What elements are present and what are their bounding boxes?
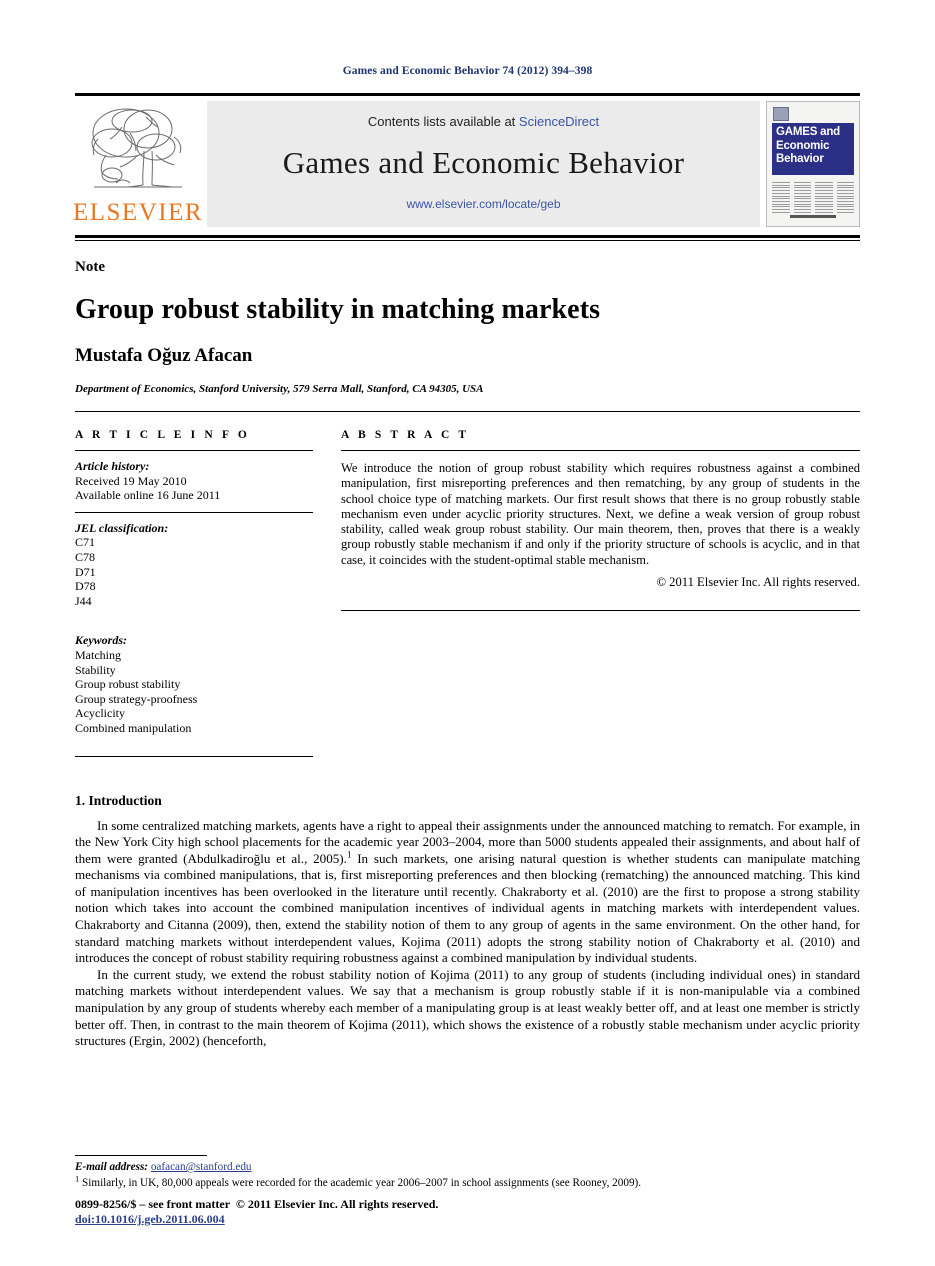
- keyword: Stability: [75, 662, 116, 677]
- cover-title-line-3: Behavior: [776, 153, 824, 165]
- running-head: Games and Economic Behavior 74 (2012) 39…: [342, 65, 593, 77]
- elsevier-tree-icon: [91, 108, 182, 188]
- info-abstract-row: A R T I C L E I N F O Article history: R…: [75, 429, 860, 757]
- footnote-separator-rule: [75, 1155, 207, 1156]
- cover-footer-mark: [767, 205, 859, 223]
- author-name: Mustafa Oğuz Afacan: [75, 345, 253, 366]
- issn-front-matter: 0899-8256/$ – see front matter: [75, 1197, 230, 1211]
- article-info-bottom-rule: [75, 755, 313, 757]
- journal-cover-thumbnail[interactable]: GAMES and Economic Behavior: [766, 101, 860, 227]
- cover-title-line-2: Economic: [776, 139, 830, 152]
- jel-label: JEL classification:: [75, 520, 169, 535]
- footer-copyright: © 2011 Elsevier Inc. All rights reserved…: [235, 1197, 439, 1211]
- page-footer: 0899-8256/$ – see front matter © 2011 El…: [75, 1197, 438, 1226]
- footnote-email-line: E-mail address: oafacan@stanford.edu: [75, 1161, 860, 1173]
- jel-code: D78: [75, 579, 96, 594]
- journal-title: Games and Economic Behavior: [282, 144, 685, 180]
- keyword: Group strategy-proofness: [75, 691, 198, 706]
- email-link[interactable]: oafacan@stanford.edu: [151, 1161, 252, 1173]
- journal-article-page: Games and Economic Behavior 74 (2012) 39…: [0, 0, 935, 1266]
- author-affiliation: Department of Economics, Stanford Univer…: [75, 383, 484, 395]
- jel-code: J44: [75, 593, 92, 608]
- cover-title: GAMES and Economic Behavior: [772, 123, 854, 175]
- article-info-column: A R T I C L E I N F O Article history: R…: [75, 429, 313, 757]
- article-available-online-date: Available online 16 June 2011: [75, 488, 221, 503]
- abstract-bottom-rule: [341, 610, 860, 612]
- section-heading-introduction: 1. Introduction: [75, 792, 162, 808]
- footnotes-area: E-mail address: oafacan@stanford.edu 1 S…: [75, 1155, 860, 1190]
- jel-code: C78: [75, 549, 96, 564]
- contents-available-line: Contents lists available at ScienceDirec…: [207, 114, 760, 129]
- column-gap: [313, 429, 341, 757]
- masthead-bottom-rule-thin: [75, 240, 860, 241]
- article-history-block: Article history: Received 19 May 2010 Av…: [75, 459, 313, 503]
- article-history-label: Article history:: [75, 459, 150, 473]
- cover-title-line-1: GAMES and: [776, 126, 841, 138]
- jel-code: C71: [75, 535, 96, 550]
- elsevier-wordmark: ELSEVIER: [72, 199, 204, 226]
- masthead: ELSEVIER Contents lists available at Sci…: [72, 93, 860, 232]
- page-title: Group robust stability in matching marke…: [75, 294, 601, 325]
- journal-banner: Contents lists available at ScienceDirec…: [207, 101, 760, 227]
- jel-code: D71: [75, 564, 96, 579]
- keywords-label: Keywords:: [75, 633, 127, 648]
- footer-issn-line: 0899-8256/$ – see front matter © 2011 El…: [75, 1197, 438, 1212]
- jel-classification-block: JEL classification: C71 C78 D71 D78 J44: [75, 521, 313, 609]
- article-type-label: Note: [75, 259, 105, 275]
- introduction-section: 1. Introduction In some centralized matc…: [75, 793, 860, 1050]
- elsevier-logo: ELSEVIER: [72, 101, 204, 227]
- sciencedirect-link[interactable]: ScienceDirect: [519, 114, 599, 129]
- keyword: Combined manipulation: [75, 720, 192, 735]
- article-info-heading: A R T I C L E I N F O: [75, 429, 250, 441]
- masthead-bottom-rule-thick: [75, 235, 860, 238]
- doi-link[interactable]: doi:10.1016/j.geb.2011.06.004: [75, 1212, 438, 1227]
- article-received-date: Received 19 May 2010: [75, 473, 187, 488]
- paragraph-2: In the current study, we extend the robu…: [75, 966, 860, 1049]
- abstract-heading-rule: [341, 450, 860, 451]
- abstract-heading: A B S T R A C T: [341, 429, 470, 441]
- keyword: Acyclicity: [75, 706, 125, 721]
- abstract-column: A B S T R A C T We introduce the notion …: [341, 429, 860, 757]
- cover-publisher-badge-icon: [773, 107, 789, 121]
- email-label: E-mail address:: [75, 1161, 149, 1173]
- affiliation-bottom-rule: [75, 411, 860, 412]
- contents-prefix: Contents lists available at: [367, 113, 516, 129]
- keywords-block: Keywords: Matching Stability Group robus…: [75, 633, 313, 735]
- journal-url-link[interactable]: www.elsevier.com/locate/geb: [207, 197, 760, 211]
- article-history-bottom-rule: [75, 511, 313, 513]
- abstract-copyright: © 2011 Elsevier Inc. All rights reserved…: [656, 575, 860, 590]
- article-info-heading-rule: [75, 450, 313, 451]
- paragraph-1: In some centralized matching markets, ag…: [75, 818, 860, 967]
- keyword: Group robust stability: [75, 677, 181, 692]
- abstract-text: We introduce the notion of group robust …: [341, 461, 860, 567]
- footnote-1-marker: 1: [75, 1173, 80, 1184]
- footnote-1-text: Similarly, in UK, 80,000 appeals were re…: [82, 1177, 642, 1189]
- paragraph-1-part-b: In such markets, one arising natural que…: [75, 850, 860, 966]
- keyword: Matching: [75, 647, 121, 662]
- footnote-1: 1 Similarly, in UK, 80,000 appeals were …: [75, 1173, 860, 1190]
